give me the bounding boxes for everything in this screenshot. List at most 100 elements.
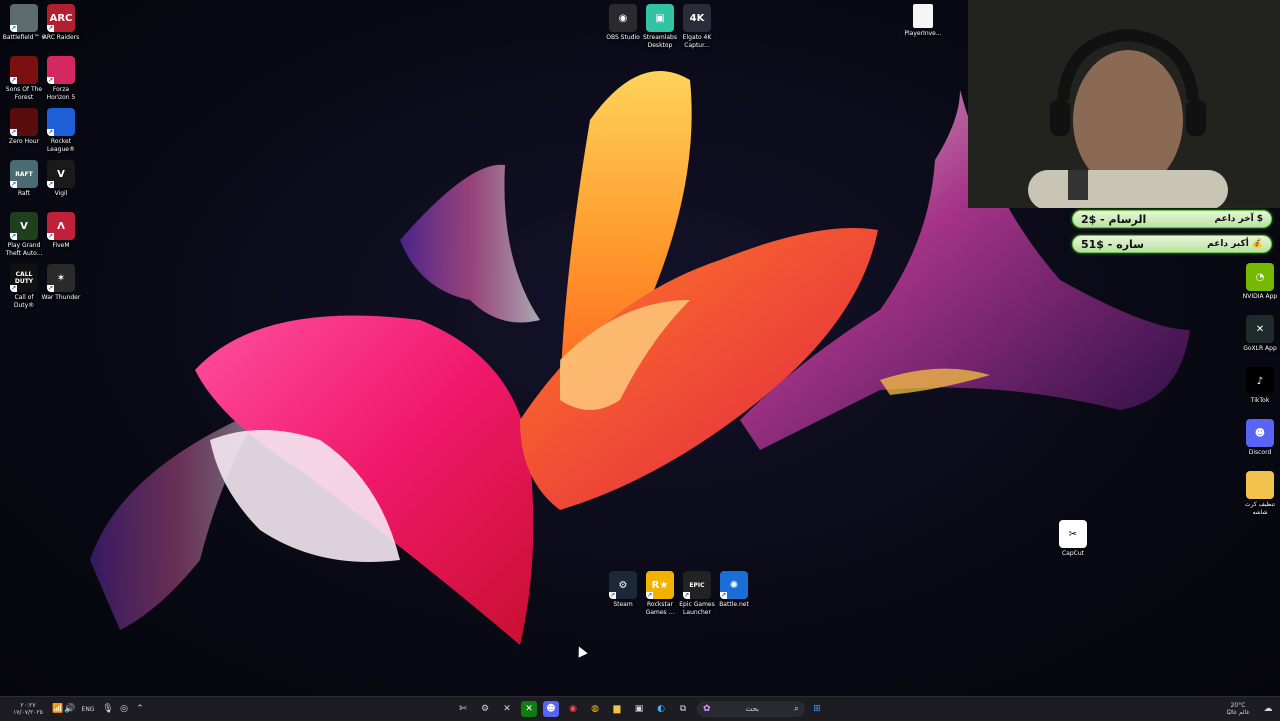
- icon-label: ARC Raiders: [42, 34, 80, 41]
- donation-separator: -: [1096, 212, 1109, 226]
- capcut-glyph: ✂: [1059, 520, 1087, 548]
- file-explorer-icon[interactable]: ▆: [609, 701, 625, 717]
- search-box[interactable]: ✿ بحث ⌕: [697, 701, 805, 717]
- shortcut-arrow-icon: ↗: [47, 25, 54, 32]
- player-inventory-file-icon[interactable]: PlayerInve...: [897, 4, 949, 38]
- tray-clock[interactable]: ٢٠:٢٧ ١٧/٠٧/٢٠٢٥: [6, 701, 50, 717]
- donation-name: ساره: [1116, 237, 1144, 251]
- weather-temp: 20°C: [1230, 702, 1246, 709]
- microphone-icon[interactable]: 🎙: [100, 701, 116, 717]
- raft-glyph-icon: RAFT ↗: [10, 160, 38, 188]
- money-bag-icon: 💰: [1251, 239, 1263, 249]
- shortcut-arrow-icon: ↗: [609, 592, 616, 599]
- shortcut-arrow-icon: ↗: [10, 129, 17, 136]
- discord-taskbar-icon[interactable]: ☻: [543, 701, 559, 717]
- excel-taskbar-icon[interactable]: ✕: [499, 701, 515, 717]
- donation-row: 51$ - ساره أكبر داعم 💰: [1072, 235, 1272, 253]
- streamlabs-desktop-glyph-icon: ▣: [646, 4, 674, 32]
- shortcut-arrow-icon: ↗: [720, 592, 727, 599]
- war-thunder-icon[interactable]: ✶ ↗ War Thunder: [35, 264, 87, 302]
- shortcut-arrow-icon: ↗: [10, 77, 17, 84]
- battlefield-6-glyph-icon: ↗: [10, 4, 38, 32]
- language-indicator[interactable]: ENG: [78, 701, 98, 717]
- capcut-icon[interactable]: ✂ CapCut: [1047, 520, 1099, 558]
- task-view-icon[interactable]: ⧉: [675, 701, 691, 717]
- donation-tag-text: أكبر داعم: [1207, 239, 1249, 249]
- search-placeholder: بحث: [745, 705, 759, 713]
- donation-tag-text: آخر داعم: [1214, 214, 1254, 224]
- icon-label: FiveM: [52, 242, 70, 249]
- shortcut-arrow-icon: ↗: [10, 285, 17, 292]
- discord-icon[interactable]: ☻ Discord: [1234, 419, 1280, 457]
- rocket-league-icon[interactable]: ↗ Rocket League®: [35, 108, 87, 153]
- discord-glyph-icon: ☻: [1246, 419, 1274, 447]
- rockstar-games-glyph-icon: R★ ↗: [646, 571, 674, 599]
- store-taskbar-icon[interactable]: ▣: [631, 701, 647, 717]
- icon-label: Forza Horizon 5: [46, 86, 76, 101]
- call-of-duty-glyph-icon: CALL DUTY ↗: [10, 264, 38, 292]
- search-icon: ⌕: [793, 704, 799, 714]
- icon-label: GoXLR App: [1243, 345, 1277, 352]
- shortcut-arrow-icon: ↗: [47, 129, 54, 136]
- icon-label: Vigil: [54, 190, 68, 197]
- chevron-up-icon[interactable]: ⌃: [132, 701, 148, 717]
- obs-taskbar-icon[interactable]: ◉: [565, 701, 581, 717]
- icon-label: CapCut: [1061, 550, 1085, 557]
- shortcut-arrow-icon: ↗: [47, 181, 54, 188]
- gpu-clean-folder-glyph-icon: [1246, 471, 1274, 499]
- shortcut-arrow-icon: ↗: [47, 77, 54, 84]
- snipping-tool-icon[interactable]: ✄: [455, 701, 471, 717]
- donation-name-amount: 2$ - الرسام: [1081, 213, 1146, 226]
- icon-label: Discord: [1248, 449, 1272, 456]
- shortcut-arrow-icon: ↗: [646, 592, 653, 599]
- icon-label: تنظيف كرت شاشه: [1244, 501, 1276, 516]
- obs-studio-glyph-icon: ◉: [609, 4, 637, 32]
- donation-tag: أكبر داعم 💰: [1207, 239, 1263, 249]
- donation-row: 2$ - الرسام آخر داعم $: [1072, 210, 1272, 228]
- gpu-clean-folder-icon[interactable]: تنظيف كرت شاشه: [1234, 471, 1280, 516]
- icon-label: Rocket League®: [47, 138, 75, 153]
- tiktok-icon[interactable]: ♪ TikTok: [1234, 367, 1280, 405]
- weather-text: غائم غالبًا: [1226, 709, 1250, 716]
- arc-raiders-icon[interactable]: ARC ↗ ARC Raiders: [35, 4, 87, 42]
- donation-amount: 51$: [1081, 237, 1104, 251]
- sons-of-the-forest-glyph-icon: ↗: [10, 56, 38, 84]
- start-button[interactable]: ⊞: [809, 701, 825, 717]
- forza-horizon-5-icon[interactable]: ↗ Forza Horizon 5: [35, 56, 87, 101]
- icon-label: Battle.net: [719, 601, 749, 608]
- forza-horizon-5-glyph-icon: ↗: [47, 56, 75, 84]
- shortcut-arrow-icon: ↗: [10, 25, 17, 32]
- rocket-league-glyph-icon: ↗: [47, 108, 75, 136]
- clock-date: ١٧/٠٧/٢٠٢٥: [13, 709, 43, 716]
- weather-icon: ☁: [1263, 704, 1273, 714]
- shortcut-arrow-icon: ↗: [47, 285, 54, 292]
- file-icon: [913, 4, 933, 28]
- xbox-taskbar-icon[interactable]: ✕: [521, 701, 537, 717]
- battlenet-icon[interactable]: ✺ ↗ Battle.net: [708, 571, 760, 609]
- chrome-taskbar-icon[interactable]: ◍: [587, 701, 603, 717]
- volume-icon[interactable]: 🔊: [62, 701, 78, 717]
- donation-name-amount: 51$ - ساره: [1081, 238, 1144, 251]
- vigil-icon[interactable]: V ↗ Vigil: [35, 160, 87, 198]
- steam-glyph-icon: ⚙ ↗: [609, 571, 637, 599]
- arc-raiders-glyph-icon: ARC ↗: [47, 4, 75, 32]
- fivem-icon[interactable]: Λ ↗ FiveM: [35, 212, 87, 250]
- edge-taskbar-icon[interactable]: ◐: [653, 701, 669, 717]
- donation-name: الرسام: [1108, 212, 1147, 226]
- taskbar: ٢٠:٢٧ ١٧/٠٧/٢٠٢٥ 📶 🔊 ENG 🎙 ◎ ⌃ ✄ ⚙ ✕ ✕ ☻…: [0, 696, 1280, 721]
- elgato-4k-capture-icon[interactable]: 4K Elgato 4K Captur...: [671, 4, 723, 49]
- dollar-icon: $: [1256, 214, 1263, 224]
- goxlr-app-icon[interactable]: ✕ GoXLR App: [1234, 315, 1280, 353]
- tray-app-icon[interactable]: ◎: [116, 701, 132, 717]
- donation-separator: -: [1103, 237, 1117, 251]
- shortcut-arrow-icon: ↗: [10, 233, 17, 240]
- battlenet-glyph-icon: ✺ ↗: [720, 571, 748, 599]
- vigil-glyph-icon: V ↗: [47, 160, 75, 188]
- icon-label: War Thunder: [41, 294, 81, 301]
- goxlr-app-glyph-icon: ✕: [1246, 315, 1274, 343]
- icon-label: PlayerInve...: [904, 30, 942, 37]
- weather-widget[interactable]: 20°C غائم غالبًا: [1218, 701, 1258, 717]
- steam-taskbar-icon[interactable]: ⚙: [477, 701, 493, 717]
- nvidia-app-icon[interactable]: ◔ NVIDIA App: [1234, 263, 1280, 301]
- elgato-4k-capture-glyph-icon: 4K: [683, 4, 711, 32]
